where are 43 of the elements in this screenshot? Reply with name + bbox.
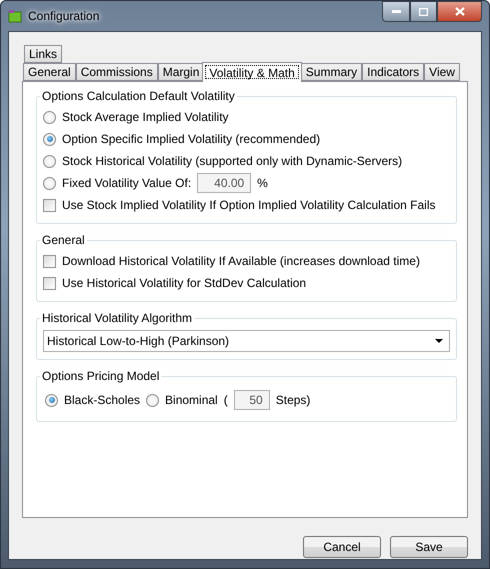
checkbox-label: Download Historical Volatility If Available (increases download time): [62, 254, 420, 268]
minimize-button[interactable]: [382, 1, 410, 22]
group-title: Options Pricing Model: [41, 369, 160, 383]
minimize-icon: [392, 10, 400, 13]
tab[interactable]: Margin: [158, 63, 204, 81]
dropdown[interactable]: Historical Low-to-High (Parkinson): [43, 330, 450, 352]
group-title: General: [41, 233, 86, 247]
radio-label: Stock Average Implied Volatility: [62, 110, 229, 124]
unit-label: %: [257, 176, 268, 190]
tab[interactable]: General: [23, 63, 76, 81]
window-title: Configuration: [28, 9, 100, 23]
radio-button[interactable]: [43, 110, 56, 124]
radio-label: Stock Historical Volatility (supported only with Dynamic-Servers): [62, 154, 402, 168]
close-button[interactable]: [437, 1, 482, 22]
tab[interactable]: Links: [24, 45, 62, 63]
radio-button[interactable]: [43, 154, 56, 168]
checkbox-label: Use Historical Volatility for StdDev Calculation: [62, 276, 306, 290]
group-title: Options Calculation Default Volatility: [41, 89, 236, 103]
dialog-button[interactable]: Save: [390, 536, 468, 558]
radio-button[interactable]: [43, 132, 56, 146]
checkbox-label: Use Stock Implied Volatility If Option Implied Volatility Calculation Fails: [62, 198, 436, 212]
radio-label: Fixed Volatility Value Of:: [62, 176, 192, 190]
app-icon: [8, 9, 22, 23]
unit-label: Steps): [276, 393, 310, 407]
radio-label: Binominal: [165, 393, 218, 407]
tab[interactable]: Commissions: [76, 63, 158, 81]
caret-icon: [435, 339, 443, 343]
tab[interactable]: Indicators: [362, 63, 424, 81]
close-icon: [454, 7, 464, 16]
tab[interactable]: Summary: [300, 63, 362, 81]
tab[interactable]: Volatility & Math: [202, 62, 302, 82]
group-title: Historical Volatility Algorithm: [41, 311, 194, 325]
tab[interactable]: View: [424, 63, 460, 81]
checkbox[interactable]: [43, 198, 56, 212]
dialog-button[interactable]: Cancel: [303, 536, 381, 558]
bracket-text: (: [224, 393, 228, 407]
checkbox[interactable]: [43, 276, 56, 290]
maximize-button[interactable]: [410, 1, 437, 22]
radio-label: Black-Scholes: [64, 393, 140, 407]
maximize-icon: [419, 8, 428, 16]
checkbox[interactable]: [43, 254, 56, 268]
radio-button[interactable]: [45, 394, 58, 406]
radio-label: Option Specific Implied Volatility (recommended): [62, 132, 320, 146]
